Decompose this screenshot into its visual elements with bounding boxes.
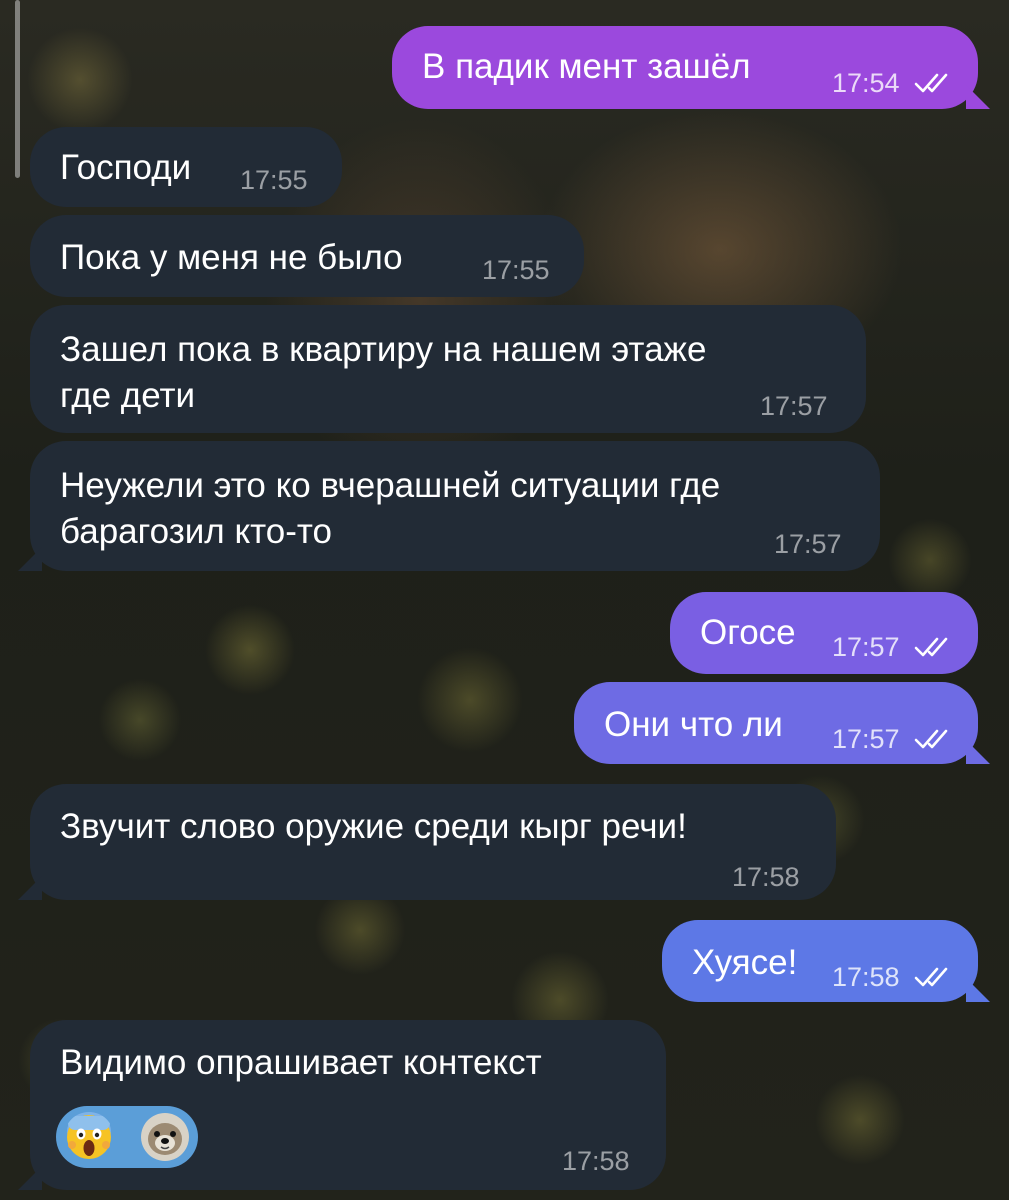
message-time: 17:54: [832, 68, 900, 98]
message-text: Пока у меня не было: [60, 238, 403, 277]
message-bubble-incoming[interactable]: Неужели это ко вчерашней ситуации где ба…: [30, 441, 880, 571]
read-checkmarks-icon: [914, 73, 948, 93]
message-time: 17:58: [832, 962, 900, 992]
message-text: Неужели это ко вчерашней ситуации где ба…: [60, 466, 721, 551]
message-bubble-incoming[interactable]: Зашел пока в квартиру на нашем этаже где…: [30, 305, 866, 433]
message-bubble-outgoing[interactable]: Огосе 17:57: [670, 592, 978, 674]
message-time: 17:55: [482, 255, 550, 285]
reactions-pill[interactable]: [56, 1106, 198, 1168]
message-text: Видимо опрашивает контекст: [60, 1043, 542, 1082]
dog-face-sticker-icon[interactable]: [140, 1112, 190, 1162]
message-time: 17:55: [240, 165, 308, 195]
message-bubble-outgoing[interactable]: Хуясе! 17:58: [662, 920, 978, 1002]
message-time: 17:57: [832, 724, 900, 754]
message-bubble-incoming[interactable]: Пока у меня не было 17:55: [30, 215, 584, 297]
message-bubble-incoming[interactable]: Господи 17:55: [30, 127, 342, 207]
message-bubble-incoming[interactable]: Звучит слово оружие среди кырг речи! 17:…: [30, 784, 836, 900]
read-checkmarks-icon: [914, 967, 948, 987]
message-text: Хуясе!: [692, 943, 798, 982]
read-checkmarks-icon: [914, 637, 948, 657]
message-text: В падик мент зашёл: [422, 47, 751, 86]
message-time: 17:58: [562, 1146, 630, 1176]
message-text: Господи: [60, 148, 192, 187]
message-bubble-outgoing[interactable]: В падик мент зашёл 17:54: [392, 26, 978, 109]
message-text: Звучит слово оружие среди кырг речи!: [60, 807, 687, 846]
message-time: 17:57: [832, 632, 900, 662]
message-bubble-incoming[interactable]: Видимо опрашивает контекст 17:58: [30, 1020, 666, 1190]
read-checkmarks-icon: [914, 729, 948, 749]
message-bubble-outgoing[interactable]: Они что ли 17:57: [574, 682, 978, 764]
message-text: Зашел пока в квартиру на нашем этаже где…: [60, 330, 707, 415]
message-time: 17:58: [732, 862, 800, 892]
scrollbar[interactable]: [15, 0, 20, 178]
message-text: Они что ли: [604, 705, 783, 744]
message-time: 17:57: [760, 391, 828, 421]
message-text: Огосе: [700, 613, 796, 652]
message-time: 17:57: [774, 529, 842, 559]
screaming-face-emoji-icon[interactable]: [64, 1112, 114, 1162]
